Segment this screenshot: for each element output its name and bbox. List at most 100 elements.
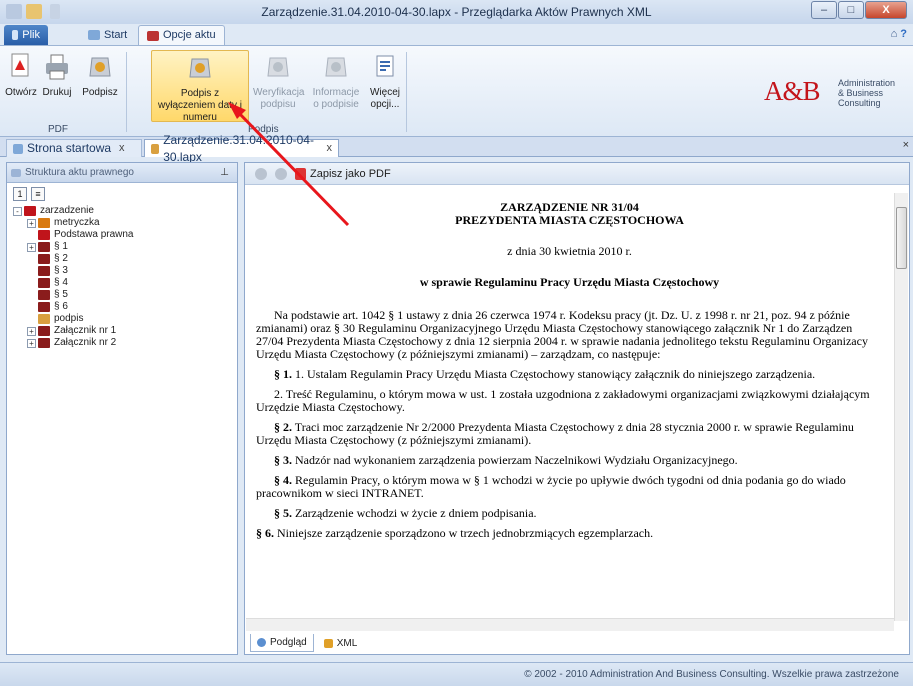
ribbon: Otwórz Drukuj Podpisz Podpis z wyłączeni…	[0, 45, 913, 137]
podpisz-label: Podpisz	[82, 87, 118, 98]
drukuj-button[interactable]: Drukuj	[40, 50, 74, 122]
help-icon[interactable]: ?	[900, 28, 907, 40]
sign-icon	[89, 57, 111, 77]
tab-strona-startowa[interactable]: Strona startowa x	[6, 139, 142, 157]
informacje-o-podpisie-button[interactable]: Informacje o podpisie	[310, 50, 362, 122]
tab-plik[interactable]: Plik	[4, 25, 48, 45]
pdf-icon	[295, 167, 306, 180]
paragraph-2-text: Urzędu Miasta Częstochowy (z późniejszym…	[256, 433, 532, 447]
podpisz-button[interactable]: Podpisz	[78, 50, 122, 122]
group-separator	[126, 52, 127, 132]
tree-node-label: zarzadzenie	[40, 205, 94, 216]
logo-line-1: Administration	[838, 78, 896, 88]
application-window: Zarządzenie.31.04.2010-04-30.lapx - Prze…	[0, 0, 913, 686]
tab-start-label: Start	[104, 28, 128, 41]
pin-icon[interactable]: ⊥	[220, 167, 229, 178]
maximize-button[interactable]: □	[838, 1, 864, 19]
tree-expander-icon[interactable]: +	[27, 326, 36, 336]
otworz-button[interactable]: Otwórz	[4, 50, 38, 122]
tree-node[interactable]: podpis	[13, 313, 237, 325]
tree-node-label: § 6	[54, 301, 68, 312]
tree-node-label: metryczka	[54, 217, 100, 228]
scroll-thumb[interactable]	[896, 207, 907, 269]
tree-node-label: Załącznik nr 1	[54, 325, 117, 336]
structure-pane-header: Struktura aktu prawnego ⊥	[7, 163, 237, 183]
tree-node[interactable]: Podstawa prawna	[13, 229, 237, 241]
collapse-button[interactable]: ≡	[31, 187, 45, 201]
tree-node-icon	[38, 230, 50, 240]
tree-node[interactable]: + § 1	[13, 241, 237, 253]
save-pdf-button[interactable]: Zapisz jako PDF	[295, 167, 391, 180]
tab-xml-label: XML	[336, 637, 358, 649]
paragraph-5-mark: § 5.	[274, 506, 292, 520]
structure-pane-title: Struktura aktu prawnego	[25, 167, 134, 178]
home-icon	[13, 143, 23, 154]
close-button[interactable]: X	[865, 1, 907, 19]
tree-expander-icon[interactable]: +	[27, 338, 36, 348]
tree-node-icon	[38, 278, 50, 288]
paragraph-1-text: 1. Ustalam Regulamin Pracy Urzędu Miasta…	[295, 367, 816, 381]
verify-icon	[267, 57, 289, 77]
info-icon	[325, 57, 347, 77]
tree-node[interactable]: - zarzadzenie	[13, 205, 237, 217]
tree-expander-icon[interactable]: +	[27, 218, 36, 228]
weryfikacja-podpisu-label: Weryfikacja podpisu	[253, 87, 305, 110]
tab-strona-startowa-label: Strona startowa	[27, 141, 112, 155]
paragraph-2-mark: § 2.	[274, 420, 292, 434]
tab-start[interactable]: Start	[80, 25, 135, 45]
status-text: © 2002 - 2010 Administration And Busines…	[524, 669, 899, 680]
tree-node-label: Załącznik nr 2	[54, 337, 117, 348]
title-bar: Zarządzenie.31.04.2010-04-30.lapx - Prze…	[0, 0, 913, 24]
tree-expander-icon[interactable]: -	[13, 206, 22, 216]
paragraph-1-2-text: Urzędzie Miasta Częstochowy.	[256, 400, 405, 414]
podpis-z-wylaczeniem-button[interactable]: Podpis z wyłączeniem daty i numeru	[151, 50, 249, 123]
tree-node-icon	[38, 314, 50, 324]
paragraph-1-mark: § 1.	[274, 367, 292, 381]
tree-node-icon	[38, 254, 50, 264]
structure-tree: - zarzadzenie + metryczka Podstawa prawna + § …	[7, 205, 237, 349]
tree-node-icon	[38, 266, 50, 276]
back-icon[interactable]	[255, 167, 267, 180]
informacje-o-podpisie-label: Informacje o podpisie	[312, 87, 360, 110]
tree-node[interactable]: + Załącznik nr 2	[13, 337, 237, 349]
logo-line-3: Consulting	[838, 98, 881, 108]
tree-node[interactable]: § 2	[13, 253, 237, 265]
weryfikacja-podpisu-button[interactable]: Weryfikacja podpisu	[253, 50, 305, 122]
close-tab-icon[interactable]: x	[119, 140, 125, 157]
drukuj-label: Drukuj	[42, 87, 72, 98]
minimize-button[interactable]: –	[811, 1, 837, 19]
podpis-z-wylaczeniem-label: Podpis z wyłączeniem daty i numeru	[158, 88, 242, 123]
wiecej-opcji-button[interactable]: Więcej opcji...	[368, 50, 402, 122]
tab-zarzadzenie[interactable]: Zarządzenie.31.04.2010-04-30.lapx x	[144, 133, 339, 164]
document-tabs: Strona startowa x Zarządzenie.31.04.2010-…	[0, 133, 913, 164]
expand-button[interactable]: 1	[13, 187, 27, 201]
tab-podglad[interactable]: Podgląd	[250, 634, 314, 652]
document-subject: w sprawie Regulaminu Pracy Urzędu Miasta…	[419, 275, 720, 289]
vertical-scrollbar[interactable]	[894, 193, 908, 621]
logo-mark: A&B	[764, 76, 821, 106]
tab-xml[interactable]: XML	[318, 634, 364, 652]
tree-node[interactable]: § 3	[13, 265, 237, 277]
paragraph-4-mark: § 4.	[274, 473, 292, 487]
paragraph-5-text: Zarządzenie wchodzi w życie z dniem podp…	[295, 506, 537, 520]
group-separator	[406, 52, 407, 132]
tree-node-label: § 4	[54, 277, 68, 288]
preview-icon	[257, 638, 266, 647]
tree-node[interactable]: + metryczka	[13, 217, 237, 229]
window-title: Zarządzenie.31.04.2010-04-30.lapx - Prze…	[261, 5, 652, 19]
tab-opcje-aktu[interactable]: Opcje aktu	[138, 25, 225, 45]
tree-node[interactable]: § 4	[13, 277, 237, 289]
help-controls[interactable]: ⌂ ?	[891, 28, 907, 40]
close-tab-icon[interactable]: x	[327, 140, 333, 157]
tree-node-icon	[38, 302, 50, 312]
tree-expander-icon[interactable]: +	[27, 242, 36, 252]
forward-icon[interactable]	[275, 167, 287, 180]
horizontal-scrollbar[interactable]	[246, 618, 894, 631]
tree-node[interactable]: § 6	[13, 301, 237, 313]
otworz-label: Otwórz	[5, 87, 37, 98]
tree-node-label: § 2	[54, 253, 68, 264]
tree-node-icon	[24, 206, 36, 216]
close-all-icon[interactable]: ×	[903, 139, 909, 151]
tree-node[interactable]: § 5	[13, 289, 237, 301]
tree-node[interactable]: + Załącznik nr 1	[13, 325, 237, 337]
